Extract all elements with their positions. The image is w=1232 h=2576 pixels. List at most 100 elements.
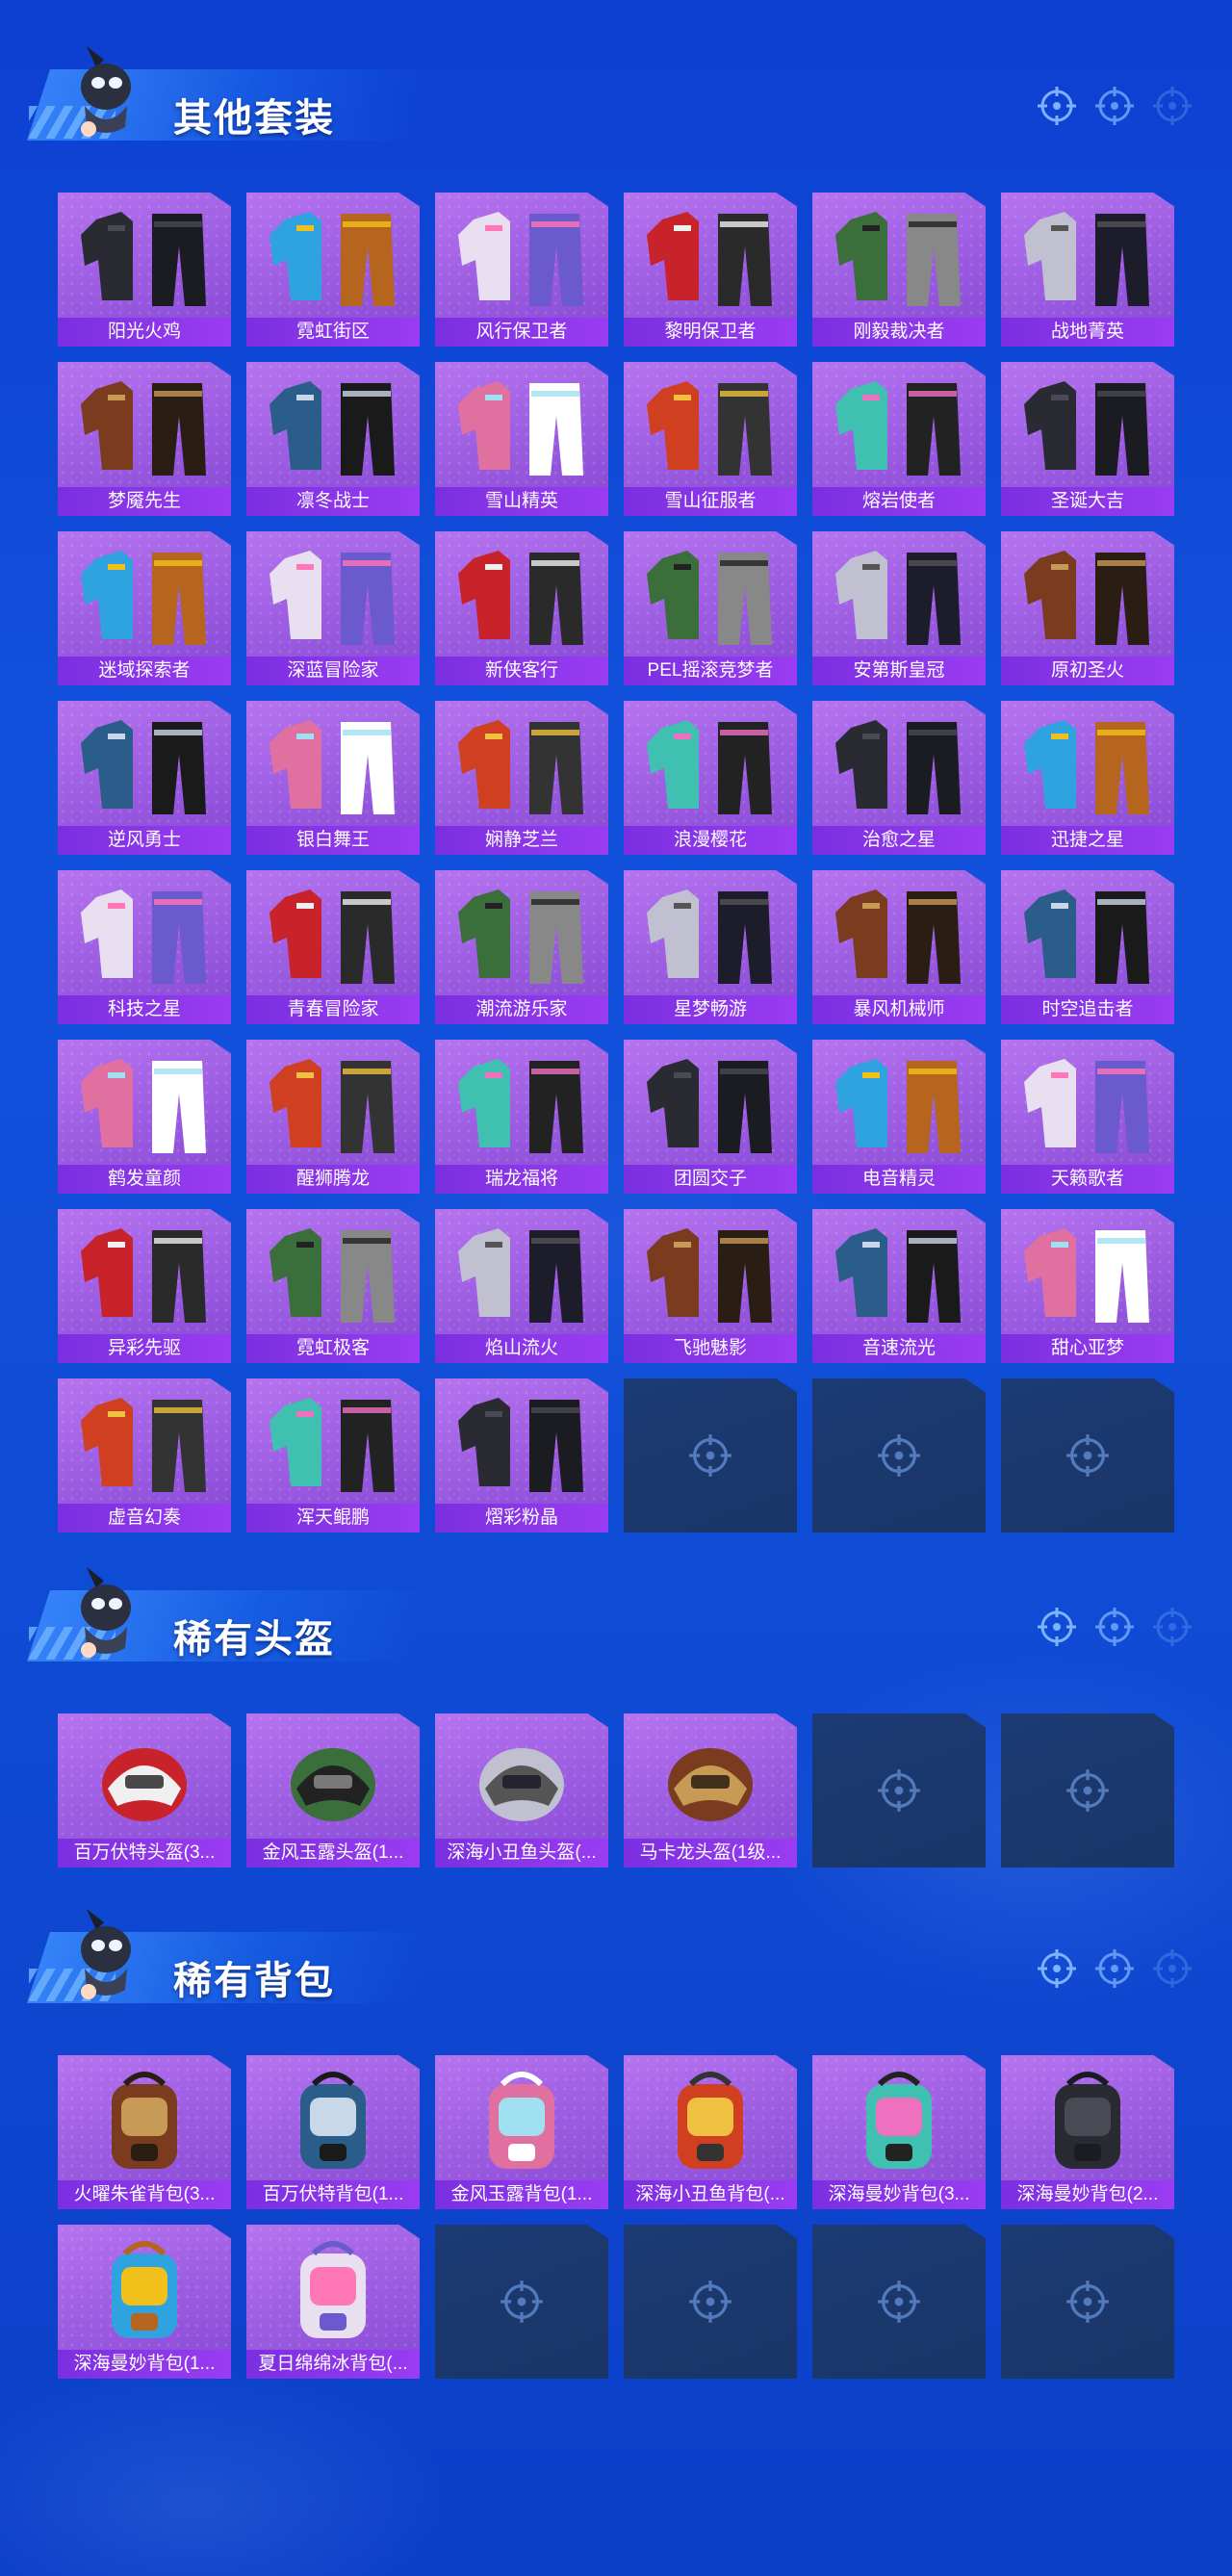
item-card[interactable]: 时空追击者 [1001, 870, 1174, 1024]
item-card[interactable]: 治愈之星 [812, 701, 986, 855]
item-card[interactable]: 雪山精英 [435, 362, 608, 516]
outfit-image [458, 551, 583, 645]
item-card[interactable]: 飞驰魅影 [624, 1209, 797, 1363]
outfit-image [1024, 551, 1149, 645]
item-card[interactable]: 音速流光 [812, 1209, 986, 1363]
item-label: 银白舞王 [246, 826, 420, 855]
item-card[interactable]: 深蓝冒险家 [246, 531, 420, 685]
crosshair-icon [1038, 1949, 1076, 1988]
outfit-image [835, 551, 961, 645]
item-card[interactable]: 火曜朱雀背包(3... [58, 2055, 231, 2209]
item-card[interactable]: 风行保卫者 [435, 193, 608, 347]
item-label: 焰山流火 [435, 1334, 608, 1363]
item-card[interactable]: 百万伏特头盔(3... [58, 1713, 231, 1868]
backpack-image [1055, 2072, 1120, 2169]
item-card[interactable]: 百万伏特背包(1... [246, 2055, 420, 2209]
item-card[interactable]: 星梦畅游 [624, 870, 797, 1024]
outfit-image [270, 720, 395, 814]
item-card[interactable]: 金风玉露头盔(1... [246, 1713, 420, 1868]
item-card[interactable]: 深海曼妙背包(3... [812, 2055, 986, 2209]
item-card[interactable]: 霓虹极客 [246, 1209, 420, 1363]
item-card[interactable]: 霓虹街区 [246, 193, 420, 347]
rare-helmets-section: 稀有头盔 百万伏特头盔(3... 金风玉露头盔(1... 深海小丑鱼头盔(... 马卡龙… [0, 1559, 1232, 1868]
crosshair-icon [878, 1434, 920, 1477]
header-crosshairs [1036, 1947, 1194, 1990]
item-label: 百万伏特背包(1... [246, 2180, 420, 2209]
item-card[interactable]: 熔岩使者 [812, 362, 986, 516]
item-card[interactable]: 异彩先驱 [58, 1209, 231, 1363]
helmet-image [668, 1748, 753, 1821]
item-label: 迅捷之星 [1001, 826, 1174, 855]
item-label: 风行保卫者 [435, 318, 608, 347]
item-card[interactable]: 浑天鲲鹏 [246, 1378, 420, 1533]
item-label: 梦魇先生 [58, 487, 231, 516]
item-label: 治愈之星 [812, 826, 986, 855]
item-label: 马卡龙头盔(1级... [624, 1839, 797, 1868]
item-card[interactable]: 雪山征服者 [624, 362, 797, 516]
item-label: 浑天鲲鹏 [246, 1504, 420, 1533]
item-card[interactable]: 夏日绵绵冰背包(... [246, 2225, 420, 2379]
item-card[interactable]: 科技之星 [58, 870, 231, 1024]
outfit-image [458, 381, 583, 476]
item-card[interactable]: 银白舞王 [246, 701, 420, 855]
item-card[interactable]: 电音精灵 [812, 1040, 986, 1194]
item-label: 凛冬战士 [246, 487, 420, 516]
outfit-image [1024, 720, 1149, 814]
item-card[interactable]: 金风玉露背包(1... [435, 2055, 608, 2209]
item-label: 电音精灵 [812, 1165, 986, 1194]
item-card[interactable]: 深海曼妙背包(2... [1001, 2055, 1174, 2209]
item-card[interactable]: 瑞龙福将 [435, 1040, 608, 1194]
item-card[interactable]: 浪漫樱花 [624, 701, 797, 855]
item-card[interactable]: 熠彩粉晶 [435, 1378, 608, 1533]
outfit-image [458, 1059, 583, 1153]
item-card[interactable]: 娴静芝兰 [435, 701, 608, 855]
item-card[interactable]: 甜心亚梦 [1001, 1209, 1174, 1363]
item-card[interactable]: 深海曼妙背包(1... [58, 2225, 231, 2379]
item-card[interactable]: 原初圣火 [1001, 531, 1174, 685]
section-title: 其他套装 [173, 97, 335, 140]
outfit-image [270, 551, 395, 645]
outfit-image [458, 1398, 583, 1492]
outfit-image [1024, 889, 1149, 984]
outfit-image [270, 1398, 395, 1492]
item-card[interactable]: 战地菁英 [1001, 193, 1174, 347]
outfit-image [835, 1059, 961, 1153]
item-label: 刚毅裁决者 [812, 318, 986, 347]
item-card[interactable]: 逆风勇士 [58, 701, 231, 855]
empty-slot [624, 2225, 797, 2379]
item-card[interactable]: 黎明保卫者 [624, 193, 797, 347]
item-card[interactable]: 新侠客行 [435, 531, 608, 685]
item-card[interactable]: 深海小丑鱼背包(... [624, 2055, 797, 2209]
item-card[interactable]: 刚毅裁决者 [812, 193, 986, 347]
outfit-image [81, 1228, 206, 1323]
item-card[interactable]: PEL摇滚竞梦者 [624, 531, 797, 685]
outfit-image [270, 381, 395, 476]
item-card[interactable]: 潮流游乐家 [435, 870, 608, 1024]
item-label: 安第斯皇冠 [812, 657, 986, 685]
backpack-image [300, 2072, 366, 2169]
item-label: 甜心亚梦 [1001, 1334, 1174, 1363]
outfit-image [458, 212, 583, 306]
item-card[interactable]: 青春冒险家 [246, 870, 420, 1024]
item-label: 霓虹街区 [246, 318, 420, 347]
item-card[interactable]: 凛冬战士 [246, 362, 420, 516]
item-card[interactable]: 深海小丑鱼头盔(... [435, 1713, 608, 1868]
item-card[interactable]: 迅捷之星 [1001, 701, 1174, 855]
item-card[interactable]: 暴风机械师 [812, 870, 986, 1024]
item-label: 飞驰魅影 [624, 1334, 797, 1363]
item-card[interactable]: 阳光火鸡 [58, 193, 231, 347]
item-card[interactable]: 团圆交子 [624, 1040, 797, 1194]
item-card[interactable]: 焰山流火 [435, 1209, 608, 1363]
outfit-image [647, 212, 772, 306]
item-card[interactable]: 安第斯皇冠 [812, 531, 986, 685]
item-card[interactable]: 圣诞大吉 [1001, 362, 1174, 516]
item-card[interactable]: 马卡龙头盔(1级... [624, 1713, 797, 1868]
item-card[interactable]: 迷域探索者 [58, 531, 231, 685]
item-card[interactable]: 醒狮腾龙 [246, 1040, 420, 1194]
item-label: 金风玉露头盔(1... [246, 1839, 420, 1868]
item-card[interactable]: 梦魇先生 [58, 362, 231, 516]
item-card[interactable]: 天籁歌者 [1001, 1040, 1174, 1194]
item-card[interactable]: 虚音幻奏 [58, 1378, 231, 1533]
section-header: 稀有背包 [0, 1901, 1232, 2007]
item-card[interactable]: 鹤发童颜 [58, 1040, 231, 1194]
